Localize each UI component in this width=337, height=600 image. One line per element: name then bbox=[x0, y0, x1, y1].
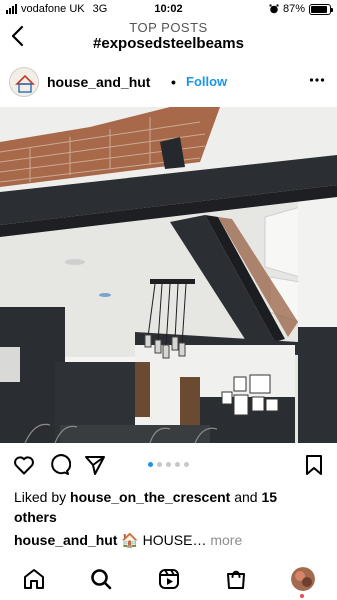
more-horizontal-icon[interactable] bbox=[309, 72, 325, 88]
likes-count[interactable]: 15 bbox=[261, 489, 277, 505]
follow-button[interactable]: Follow bbox=[186, 74, 227, 89]
page-header: TOP POSTS #exposedsteelbeams bbox=[0, 18, 337, 54]
alarm-icon bbox=[269, 4, 279, 14]
notification-dot bbox=[300, 594, 304, 598]
post-actions bbox=[0, 453, 337, 479]
caption-text: 🏠 HOUSE… bbox=[117, 532, 207, 548]
home-icon[interactable] bbox=[22, 567, 46, 591]
likes-prefix: Liked by bbox=[14, 489, 71, 505]
status-right: 87% bbox=[269, 3, 333, 15]
avatar[interactable] bbox=[9, 67, 39, 97]
comment-icon[interactable] bbox=[47, 453, 71, 477]
reels-icon[interactable] bbox=[157, 567, 181, 591]
carousel-dot bbox=[148, 462, 153, 467]
profile-photo bbox=[291, 567, 315, 591]
status-bar: vodafone UK 3G 10:02 87% bbox=[0, 0, 337, 20]
carousel-dot bbox=[157, 462, 162, 467]
post-username[interactable]: house_and_hut bbox=[47, 74, 150, 90]
caption-more-link[interactable]: more bbox=[206, 532, 242, 548]
carousel-dot bbox=[184, 462, 189, 467]
likes-middle: and bbox=[230, 489, 262, 505]
separator-dot: • bbox=[171, 74, 176, 90]
page-title: #exposedsteelbeams bbox=[93, 35, 244, 52]
carousel-dot bbox=[166, 462, 171, 467]
bookmark-icon[interactable] bbox=[302, 453, 326, 477]
post-photo[interactable] bbox=[0, 107, 337, 443]
post-caption: house_and_hut 🏠 HOUSE… more bbox=[14, 530, 329, 550]
page-subtitle: TOP POSTS bbox=[129, 20, 208, 35]
house-logo-icon bbox=[10, 68, 38, 96]
likes-suffix[interactable]: others bbox=[14, 509, 57, 525]
likes-summary[interactable]: Liked by house_on_the_crescent and 15 oth… bbox=[14, 487, 326, 527]
caption-username[interactable]: house_and_hut bbox=[14, 532, 117, 548]
bottom-nav bbox=[0, 560, 337, 600]
battery-icon bbox=[309, 3, 333, 15]
battery-percent: 87% bbox=[282, 3, 305, 15]
heart-icon[interactable] bbox=[12, 453, 36, 477]
carousel-indicator bbox=[148, 462, 189, 467]
shop-icon[interactable] bbox=[224, 567, 248, 591]
post-header: house_and_hut • Follow bbox=[0, 64, 337, 102]
search-icon[interactable] bbox=[89, 567, 113, 591]
likes-user[interactable]: house_on_the_crescent bbox=[70, 489, 230, 505]
steel-beam-photo bbox=[0, 107, 337, 443]
share-icon[interactable] bbox=[83, 453, 107, 477]
carousel-dot bbox=[175, 462, 180, 467]
profile-avatar[interactable] bbox=[291, 567, 315, 591]
